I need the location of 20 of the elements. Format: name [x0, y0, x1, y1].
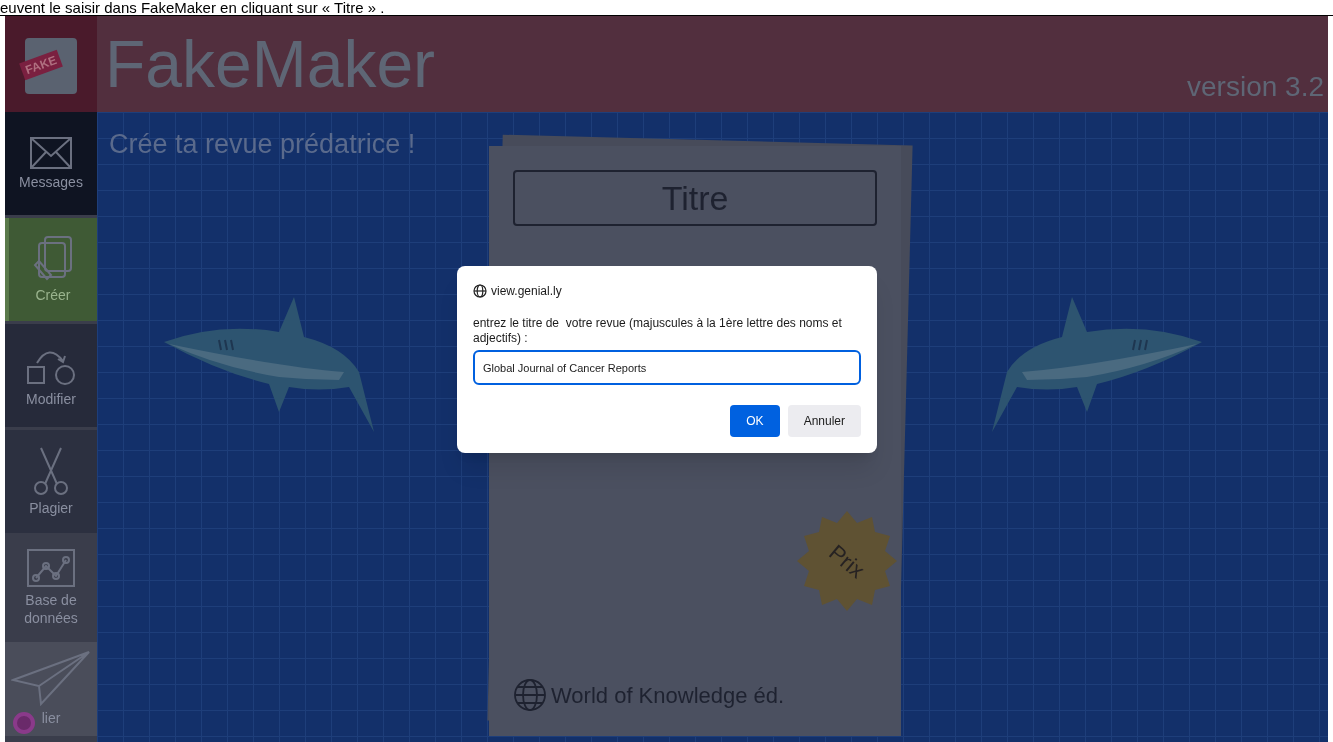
globe-icon	[513, 678, 547, 712]
sidebar-item[interactable]: Modifier	[5, 324, 97, 427]
ok-button[interactable]: OK	[730, 405, 780, 437]
scissors-icon	[31, 445, 71, 496]
dialog-message: entrez le titre de votre revue (majuscules à la 1ère lettre des noms et adjectifs) :	[473, 316, 843, 346]
sidebar-item[interactable]: Messages	[5, 112, 97, 215]
pages-icon	[31, 234, 75, 283]
sidebar-item[interactable]: Créer	[5, 218, 97, 321]
paper-plane-icon	[11, 650, 91, 707]
sidebar-item[interactable]: lier	[5, 642, 97, 736]
sidebar-item[interactable]: Plagier	[5, 430, 97, 533]
globe-icon	[473, 284, 487, 298]
cancel-button[interactable]: Annuler	[787, 405, 861, 437]
envelope-icon	[29, 135, 73, 170]
price-badge: Prix	[797, 511, 897, 611]
subtitle-text: Crée ta revue prédatrice !	[109, 128, 416, 161]
circle-logo-icon	[13, 712, 35, 734]
chart-icon	[26, 548, 76, 588]
dialog-origin: view.genial.ly	[491, 283, 562, 300]
title-input[interactable]: Global Journal of Cancer Reports	[473, 350, 861, 385]
